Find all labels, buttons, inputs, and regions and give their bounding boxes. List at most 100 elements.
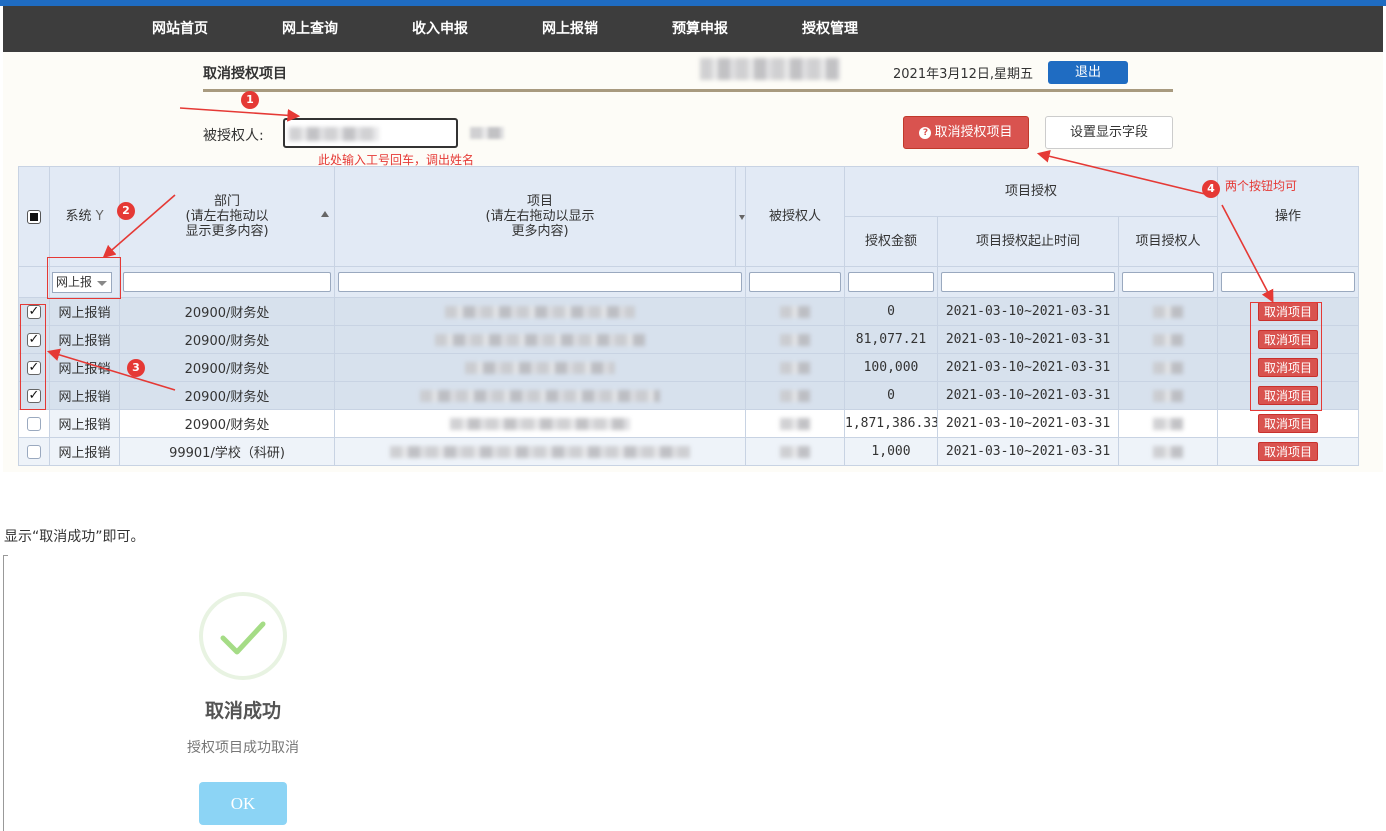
col-amount[interactable]: 授权金额	[844, 216, 938, 267]
nav-item-query[interactable]: 网上查询	[282, 6, 338, 52]
col-dept-hint-2: 显示更多内容)	[185, 224, 269, 239]
page: 网站首页 网上查询 收入申报 网上报销 预算申报 授权管理 取消授权项目 202…	[0, 0, 1386, 831]
cancel-authorization-button[interactable]: ? 取消授权项目	[903, 116, 1029, 149]
cell-grantee	[745, 409, 845, 438]
cell-ops: 取消项目	[1217, 437, 1359, 466]
redacted-grantee	[780, 333, 810, 346]
cell-period: 2021-03-10~2021-03-31	[937, 409, 1119, 438]
redacted-project	[465, 361, 615, 374]
table-row[interactable]: ✓ 网上报销 20900/财务处 81,077.21 2021-03-10~20…	[18, 325, 1359, 354]
cell-period: 2021-03-10~2021-03-31	[937, 297, 1119, 326]
col-project-title: 项目	[526, 194, 553, 209]
cell-grantee	[745, 325, 845, 354]
annotation-text-both-buttons: 两个按钮均可	[1225, 179, 1298, 193]
nav-item-budget[interactable]: 预算申报	[672, 6, 728, 52]
annotation-box-system-filter	[47, 257, 121, 299]
nav-item-income[interactable]: 收入申报	[412, 6, 468, 52]
annotation-box-row-buttons	[1250, 302, 1322, 411]
nav-item-home[interactable]: 网站首页	[152, 6, 208, 52]
filter-cell-grantee	[745, 266, 845, 298]
set-display-fields-button[interactable]: 设置显示字段	[1045, 116, 1173, 149]
cell-dept: 20900/财务处	[119, 381, 335, 410]
filter-cell-amount	[844, 266, 938, 298]
success-check-icon	[199, 592, 287, 680]
cell-period: 2021-03-10~2021-03-31	[937, 437, 1119, 466]
cell-project	[334, 437, 746, 466]
authorization-table: 系统 Y 部门 (请左右拖动以 显示更多内容) 项目 (请左右拖动以显示 更多内…	[18, 166, 1359, 466]
row-checkbox-cell	[18, 437, 50, 466]
col-grantor[interactable]: 项目授权人	[1118, 216, 1218, 267]
cell-system: 网上报销	[49, 437, 120, 466]
current-date: 2021年3月12日,星期五	[893, 67, 1034, 82]
grantee-filter-input[interactable]	[749, 272, 841, 292]
project-filter-input[interactable]	[338, 272, 742, 292]
col-grantee[interactable]: 被授权人	[745, 166, 845, 267]
cell-period: 2021-03-10~2021-03-31	[937, 381, 1119, 410]
redacted-project	[450, 417, 630, 430]
filter-cell-dept	[119, 266, 335, 298]
sort-asc-icon[interactable]	[321, 211, 329, 217]
cell-grantor	[1118, 353, 1218, 382]
redacted-grantor	[1153, 389, 1183, 402]
col-project[interactable]: 项目 (请左右拖动以显示 更多内容)	[334, 166, 746, 267]
redacted-grantor	[1153, 305, 1183, 318]
redacted-project	[445, 305, 635, 318]
title-divider	[203, 89, 1173, 92]
row-cancel-button[interactable]: 取消项目	[1258, 442, 1318, 461]
row-checkbox[interactable]	[27, 444, 41, 459]
grantee-id-input[interactable]	[283, 118, 458, 148]
col-period[interactable]: 项目授权起止时间	[937, 216, 1119, 267]
instruction-caption: 显示“取消成功”即可。	[4, 529, 145, 545]
nav-item-reimburse[interactable]: 网上报销	[542, 6, 598, 52]
filter-cell-project	[334, 266, 746, 298]
amount-filter-input[interactable]	[848, 272, 934, 292]
cell-system: 网上报销	[49, 325, 120, 354]
table-row[interactable]: ✓ 网上报销 20900/财务处 0 2021-03-10~2021-03-31…	[18, 297, 1359, 326]
ops-filter-input[interactable]	[1221, 272, 1355, 292]
row-cancel-button[interactable]: 取消项目	[1258, 414, 1318, 433]
ok-button[interactable]: OK	[199, 782, 287, 825]
select-all-cell	[18, 166, 50, 267]
redacted-grantor	[1153, 361, 1183, 374]
redacted-grantee	[780, 305, 810, 318]
redacted-grantor	[1153, 333, 1183, 346]
question-circle-icon: ?	[919, 126, 932, 139]
period-filter-input[interactable]	[941, 272, 1115, 292]
filter-cell-grantor	[1118, 266, 1218, 298]
redacted-grantee	[780, 361, 810, 374]
cell-dept: 20900/财务处	[119, 353, 335, 382]
cell-dept: 99901/学校（科研)	[119, 437, 335, 466]
redacted-input-value	[289, 127, 379, 141]
cell-grantor	[1118, 409, 1218, 438]
main-nav: 网站首页 网上查询 收入申报 网上报销 预算申报 授权管理	[3, 6, 1383, 52]
grantor-filter-input[interactable]	[1122, 272, 1214, 292]
table-row[interactable]: 网上报销 99901/学校（科研) 1,000 2021-03-10~2021-…	[18, 437, 1359, 466]
cell-ops: 取消项目	[1217, 409, 1359, 438]
cell-project	[334, 353, 746, 382]
cell-amount: 1,000	[844, 437, 938, 466]
cell-grantor	[1118, 297, 1218, 326]
cell-period: 2021-03-10~2021-03-31	[937, 325, 1119, 354]
cell-amount: 1,871,386.33	[844, 409, 938, 438]
cell-period: 2021-03-10~2021-03-31	[937, 353, 1119, 382]
cell-dept: 20900/财务处	[119, 409, 335, 438]
row-checkbox[interactable]	[27, 416, 41, 431]
col-group-project-grant: 项目授权	[844, 166, 1218, 217]
dept-filter-input[interactable]	[123, 272, 331, 292]
table-row[interactable]: 网上报销 20900/财务处 1,871,386.33 2021-03-10~2…	[18, 409, 1359, 438]
table-row[interactable]: ✓ 网上报销 20900/财务处 100,000 2021-03-10~2021…	[18, 353, 1359, 382]
redacted-grantee	[780, 389, 810, 402]
cell-system: 网上报销	[49, 297, 120, 326]
col-system[interactable]: 系统 Y	[49, 166, 120, 267]
nav-item-authorization[interactable]: 授权管理	[802, 6, 858, 52]
col-dept[interactable]: 部门 (请左右拖动以 显示更多内容)	[119, 166, 335, 267]
cell-amount: 0	[844, 297, 938, 326]
logout-button[interactable]: 退出	[1048, 61, 1128, 84]
column-resize-handle[interactable]	[735, 167, 736, 266]
table-row[interactable]: ✓ 网上报销 20900/财务处 0 2021-03-10~2021-03-31…	[18, 381, 1359, 410]
filter-icon[interactable]: Y	[96, 209, 104, 224]
select-all-checkbox[interactable]	[27, 209, 41, 224]
col-dept-title: 部门	[213, 194, 240, 209]
cell-project	[334, 409, 746, 438]
sort-desc-icon[interactable]	[739, 215, 745, 220]
